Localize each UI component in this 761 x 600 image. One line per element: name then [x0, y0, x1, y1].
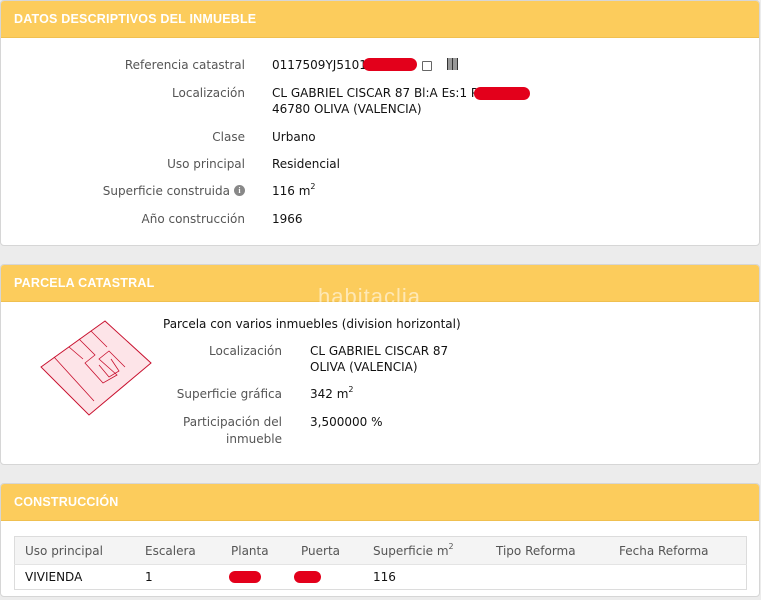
superficie-unit-sup: 2 — [310, 182, 316, 191]
clase-label: Clase — [212, 130, 245, 144]
parcela-title: Parcela con varios inmuebles (division h… — [163, 317, 461, 331]
participacion-value: 3,500000 % — [310, 415, 383, 429]
planta-redaction — [229, 571, 261, 583]
info-icon[interactable]: i — [234, 185, 245, 196]
referencia-label: Referencia catastral — [124, 58, 245, 72]
localizacion-redaction — [474, 87, 530, 100]
col-superficie-label: Superficie m — [373, 543, 449, 558]
construccion-panel: CONSTRUCCIÓN Uso principal Escalera Plan… — [0, 483, 760, 597]
puerta-redaction — [294, 571, 321, 583]
anio-value: 1966 — [272, 212, 303, 226]
construccion-header: CONSTRUCCIÓN — [1, 484, 759, 521]
cell-superficie: 116 — [363, 564, 486, 590]
construccion-table: Uso principal Escalera Planta Puerta Sup… — [14, 536, 747, 590]
cell-fecha-reforma — [609, 564, 747, 590]
cell-escalera: 1 — [135, 564, 221, 590]
parcela-superficie-value: 342 m2 — [310, 385, 354, 401]
cell-puerta — [291, 564, 363, 590]
uso-label: Uso principal — [167, 157, 245, 171]
cell-tipo-reforma — [486, 564, 609, 590]
watermark-text: habitaclia — [318, 284, 421, 309]
table-row: VIVIENDA 1 116 — [14, 564, 747, 590]
superficie-label-row: Superficie construida i — [61, 184, 245, 198]
clase-value: Urbano — [272, 130, 316, 144]
superficie-label: Superficie construida — [102, 184, 230, 198]
cell-planta — [221, 564, 291, 590]
col-tipo-reforma: Tipo Reforma — [486, 536, 609, 565]
uso-value: Residencial — [272, 157, 340, 171]
superficie-value: 116 m2 — [272, 182, 316, 198]
col-puerta: Puerta — [291, 536, 363, 565]
col-planta: Planta — [221, 536, 291, 565]
localizacion-line2: 46780 OLIVA (VALENCIA) — [272, 102, 422, 116]
datos-descriptivos-panel: DATOS DESCRIPTIVOS DEL INMUEBLE Referenc… — [0, 0, 760, 246]
barcode-icon[interactable] — [447, 58, 459, 70]
participacion-label-1: Participación del — [183, 415, 282, 429]
referencia-redaction — [363, 58, 417, 71]
superficie-value-text: 116 m — [272, 184, 311, 198]
col-escalera: Escalera — [135, 536, 221, 565]
referencia-value: 0117509YJ5101 — [272, 58, 367, 72]
cell-uso: VIVIENDA — [14, 564, 135, 590]
parcela-superficie-value-text: 342 m — [310, 387, 349, 401]
parcela-localizacion-line2: OLIVA (VALENCIA) — [310, 360, 418, 374]
participacion-label-2: inmueble — [226, 432, 282, 446]
parcela-superficie-unit-sup: 2 — [348, 385, 354, 394]
parcela-localizacion-label: Localización — [209, 344, 282, 358]
localizacion-label: Localización — [172, 86, 245, 100]
parcel-map-image[interactable] — [39, 319, 154, 419]
copy-icon[interactable] — [422, 61, 432, 71]
col-uso-principal: Uso principal — [14, 536, 135, 565]
datos-descriptivos-header: DATOS DESCRIPTIVOS DEL INMUEBLE — [1, 1, 759, 38]
anio-label: Año construcción — [141, 212, 246, 226]
col-superficie: Superficie m2 — [363, 536, 486, 565]
parcela-superficie-label: Superficie gráfica — [176, 387, 282, 401]
parcela-localizacion-line1: CL GABRIEL CISCAR 87 — [310, 344, 449, 358]
localizacion-line1: CL GABRIEL CISCAR 87 Bl:A Es:1 Pl — [272, 86, 482, 100]
table-header-row: Uso principal Escalera Planta Puerta Sup… — [14, 536, 747, 565]
col-superficie-sup: 2 — [448, 541, 454, 551]
col-fecha-reforma: Fecha Reforma — [609, 536, 747, 565]
